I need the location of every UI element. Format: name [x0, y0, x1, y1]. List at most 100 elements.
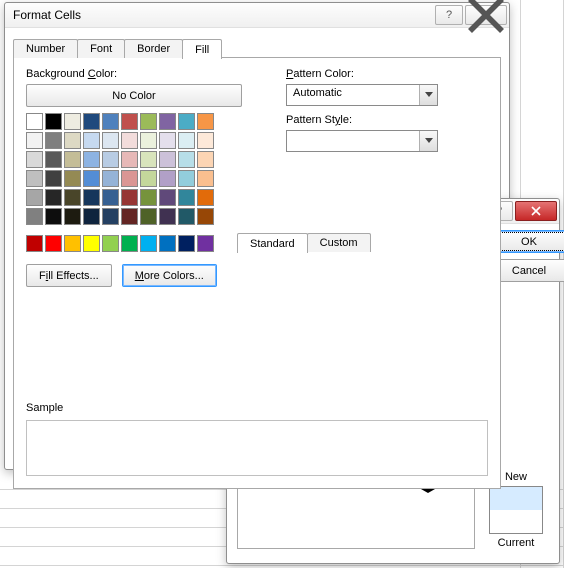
- color-swatch[interactable]: [121, 151, 138, 168]
- dialog-title: Format Cells: [13, 8, 433, 22]
- color-swatch[interactable]: [159, 113, 176, 130]
- help-button[interactable]: ?: [435, 5, 463, 25]
- background-color-label: Background Color:: [26, 68, 256, 80]
- theme-color-palette: [26, 113, 256, 225]
- color-swatch[interactable]: [102, 170, 119, 187]
- color-swatch[interactable]: [64, 208, 81, 225]
- color-swatch[interactable]: [26, 113, 43, 130]
- color-swatch[interactable]: [197, 208, 214, 225]
- color-swatch[interactable]: [159, 151, 176, 168]
- color-swatch[interactable]: [197, 235, 214, 252]
- color-swatch[interactable]: [26, 151, 43, 168]
- color-swatch[interactable]: [83, 235, 100, 252]
- more-colors-button[interactable]: More Colors...: [122, 264, 217, 287]
- color-swatch[interactable]: [121, 189, 138, 206]
- color-swatch[interactable]: [45, 189, 62, 206]
- color-swatch[interactable]: [26, 189, 43, 206]
- color-swatch[interactable]: [121, 132, 138, 149]
- chevron-down-icon: [419, 85, 437, 105]
- current-label: Current: [498, 537, 535, 549]
- titlebar[interactable]: Format Cells ?: [5, 3, 509, 28]
- color-swatch[interactable]: [45, 132, 62, 149]
- color-swatch[interactable]: [159, 235, 176, 252]
- color-swatch[interactable]: [140, 132, 157, 149]
- color-swatch[interactable]: [178, 189, 195, 206]
- no-color-button[interactable]: No Color: [26, 84, 242, 107]
- tab-custom[interactable]: Custom: [307, 233, 371, 252]
- color-swatch[interactable]: [83, 113, 100, 130]
- color-swatch[interactable]: [197, 189, 214, 206]
- color-swatch[interactable]: [140, 208, 157, 225]
- color-swatch[interactable]: [26, 170, 43, 187]
- color-swatch[interactable]: [64, 113, 81, 130]
- tab-number[interactable]: Number: [13, 39, 78, 58]
- pattern-style-value: [287, 131, 419, 151]
- color-swatch[interactable]: [197, 170, 214, 187]
- fill-effects-button[interactable]: Fill Effects...: [26, 264, 112, 287]
- color-swatch[interactable]: [83, 208, 100, 225]
- pattern-color-combo[interactable]: Automatic: [286, 84, 438, 106]
- color-swatch[interactable]: [102, 151, 119, 168]
- color-swatch[interactable]: [121, 113, 138, 130]
- color-swatch[interactable]: [45, 208, 62, 225]
- tab-fill[interactable]: Fill: [182, 39, 222, 59]
- color-swatch[interactable]: [178, 151, 195, 168]
- color-swatch[interactable]: [45, 151, 62, 168]
- color-swatch[interactable]: [83, 151, 100, 168]
- color-swatch[interactable]: [140, 235, 157, 252]
- color-swatch[interactable]: [64, 132, 81, 149]
- color-swatch[interactable]: [64, 170, 81, 187]
- color-swatch[interactable]: [45, 170, 62, 187]
- color-swatch[interactable]: [83, 170, 100, 187]
- pattern-color-value: Automatic: [287, 85, 419, 105]
- new-label: New: [505, 471, 527, 483]
- color-swatch[interactable]: [178, 208, 195, 225]
- fill-tab-panel: Background Color: No Color Fill Effects.…: [13, 57, 501, 489]
- color-swatch[interactable]: [159, 132, 176, 149]
- close-button[interactable]: [465, 5, 507, 25]
- color-swatch[interactable]: [197, 132, 214, 149]
- color-swatch[interactable]: [159, 189, 176, 206]
- color-swatch[interactable]: [102, 113, 119, 130]
- color-swatch[interactable]: [121, 208, 138, 225]
- pattern-style-combo[interactable]: [286, 130, 438, 152]
- chevron-down-icon: [419, 131, 437, 151]
- tab-standard[interactable]: Standard: [237, 233, 308, 253]
- color-swatch[interactable]: [26, 132, 43, 149]
- color-swatch[interactable]: [140, 113, 157, 130]
- close-icon: [466, 0, 506, 35]
- close-button[interactable]: [515, 201, 557, 221]
- color-swatch[interactable]: [102, 208, 119, 225]
- color-swatch[interactable]: [45, 113, 62, 130]
- color-swatch[interactable]: [140, 170, 157, 187]
- colors-tab-strip: Standard Custom: [237, 230, 475, 252]
- color-swatch[interactable]: [26, 235, 43, 252]
- color-swatch[interactable]: [159, 208, 176, 225]
- color-swatch[interactable]: [102, 235, 119, 252]
- color-swatch[interactable]: [121, 235, 138, 252]
- color-swatch[interactable]: [64, 189, 81, 206]
- color-swatch[interactable]: [83, 189, 100, 206]
- color-swatch[interactable]: [26, 208, 43, 225]
- close-icon: [531, 206, 541, 216]
- color-swatch[interactable]: [121, 170, 138, 187]
- color-swatch[interactable]: [83, 132, 100, 149]
- tab-font[interactable]: Font: [77, 39, 125, 58]
- color-swatch[interactable]: [140, 151, 157, 168]
- sample-preview: [26, 420, 488, 476]
- color-swatch[interactable]: [178, 170, 195, 187]
- color-swatch[interactable]: [140, 189, 157, 206]
- color-swatch[interactable]: [64, 151, 81, 168]
- color-swatch[interactable]: [102, 189, 119, 206]
- color-swatch[interactable]: [102, 132, 119, 149]
- color-swatch[interactable]: [45, 235, 62, 252]
- tab-border[interactable]: Border: [124, 39, 183, 58]
- color-swatch[interactable]: [178, 132, 195, 149]
- color-swatch[interactable]: [159, 170, 176, 187]
- color-swatch[interactable]: [178, 235, 195, 252]
- color-swatch[interactable]: [197, 151, 214, 168]
- color-preview: [489, 486, 543, 534]
- color-swatch[interactable]: [178, 113, 195, 130]
- color-swatch[interactable]: [64, 235, 81, 252]
- color-swatch[interactable]: [197, 113, 214, 130]
